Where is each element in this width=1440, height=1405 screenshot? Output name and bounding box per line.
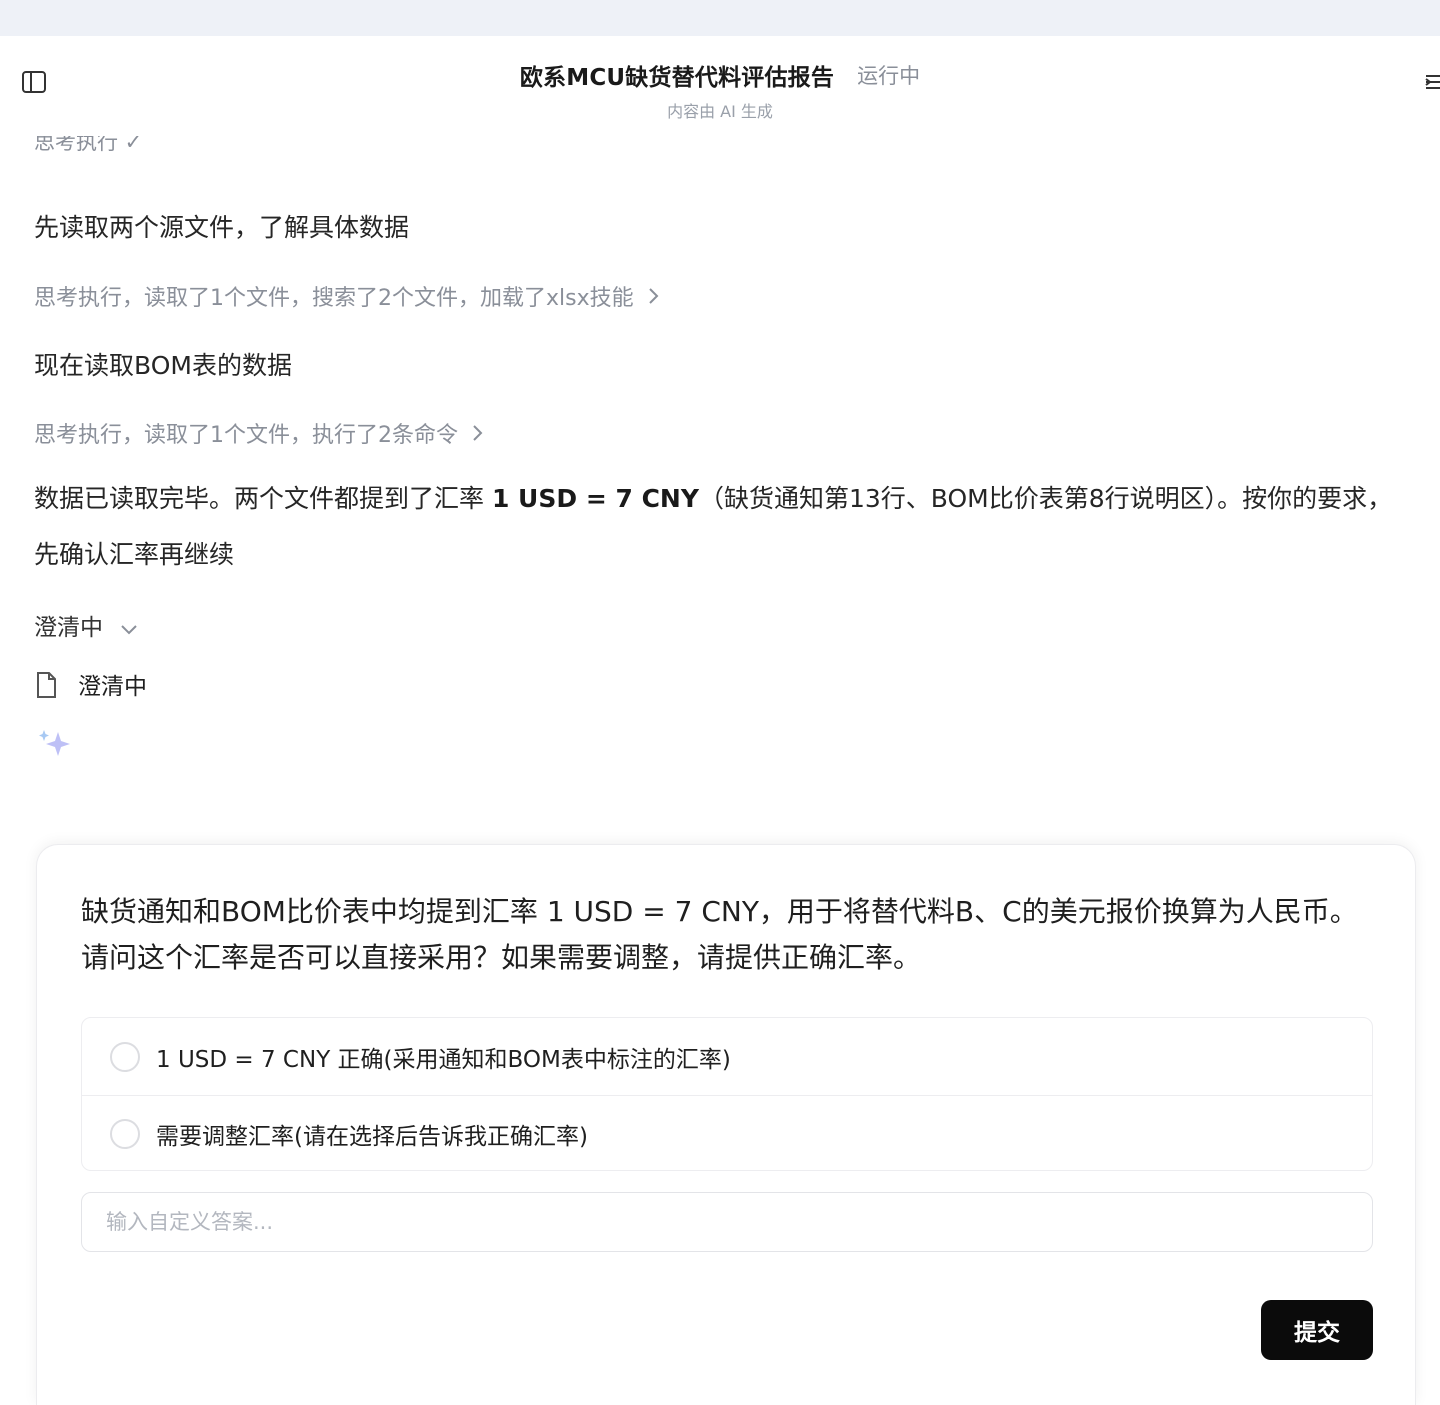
page-title: 欧系MCU缺货替代料评估报告	[519, 65, 835, 91]
option-use-rate[interactable]: 1 USD = 7 CNY 正确(采用通知和BOM表中标注的汇率)	[82, 1018, 1372, 1095]
ai-generated-note: 内容由 AI 生成	[667, 102, 773, 121]
clarification-question-card: 缺货通知和BOM比价表中均提到汇率 1 USD = 7 CNY，用于将替代料B、…	[36, 844, 1416, 1405]
assistant-message: 先读取两个源文件，了解具体数据	[34, 213, 410, 242]
answer-options: 1 USD = 7 CNY 正确(采用通知和BOM表中标注的汇率) 需要调整汇率…	[81, 1017, 1373, 1171]
status-badge: 运行中	[857, 64, 921, 88]
assistant-message: 数据已读取完毕。两个文件都提到了汇率 1 USD = 7 CNY（缺货通知第13…	[34, 471, 1404, 583]
submit-button[interactable]: 提交	[1261, 1300, 1373, 1360]
title-area: 欧系MCU缺货替代料评估报告 运行中 内容由 AI 生成	[0, 58, 1440, 122]
chevron-right-icon	[472, 423, 484, 448]
trace-summary-cut[interactable]: 思考执行 ✓	[34, 136, 142, 156]
clarify-file-label: 澄清中	[78, 674, 147, 700]
trace-summary-text: 思考执行，读取了1个文件，搜索了2个文件，加载了xlsx技能	[34, 286, 634, 311]
radio-button[interactable]	[110, 1041, 140, 1072]
radio-button[interactable]	[110, 1119, 140, 1149]
assistant-message: 现在读取BOM表的数据	[34, 351, 292, 380]
clarify-file-item[interactable]: 澄清中	[34, 667, 147, 705]
window-top-strip	[0, 0, 1440, 36]
clarify-toggle-label: 澄清中	[34, 615, 103, 641]
chevron-right-icon	[648, 286, 660, 311]
option-label: 1 USD = 7 CNY 正确(采用通知和BOM表中标注的汇率)	[156, 1046, 731, 1073]
clarify-toggle[interactable]: 澄清中	[34, 608, 138, 642]
collapse-panel-button[interactable]	[1424, 70, 1440, 94]
header: 欧系MCU缺货替代料评估报告 运行中 内容由 AI 生成	[0, 36, 1440, 136]
chat-transcript: 思考执行 ✓ 先读取两个源文件，了解具体数据 思考执行，读取了1个文件，搜索了2…	[0, 136, 1440, 826]
exchange-rate-highlight: 1 USD = 7 CNY	[491, 484, 699, 513]
sparkle-icon	[36, 728, 76, 758]
trace-summary-text: 思考执行，读取了1个文件，执行了2条命令	[34, 423, 458, 448]
custom-answer-input[interactable]	[81, 1192, 1373, 1252]
message-text: 数据已读取完毕。两个文件都提到了汇率	[34, 484, 492, 513]
option-label: 需要调整汇率(请在选择后告诉我正确汇率)	[156, 1124, 588, 1150]
option-adjust-rate[interactable]: 需要调整汇率(请在选择后告诉我正确汇率)	[82, 1095, 1372, 1170]
collapse-panel-icon	[1425, 75, 1440, 89]
document-icon	[34, 671, 58, 705]
chevron-down-icon	[120, 616, 138, 642]
trace-summary[interactable]: 思考执行，读取了1个文件，搜索了2个文件，加载了xlsx技能	[34, 280, 660, 312]
trace-summary[interactable]: 思考执行，读取了1个文件，执行了2条命令	[34, 417, 484, 449]
question-text: 缺货通知和BOM比价表中均提到汇率 1 USD = 7 CNY，用于将替代料B、…	[81, 895, 1358, 974]
